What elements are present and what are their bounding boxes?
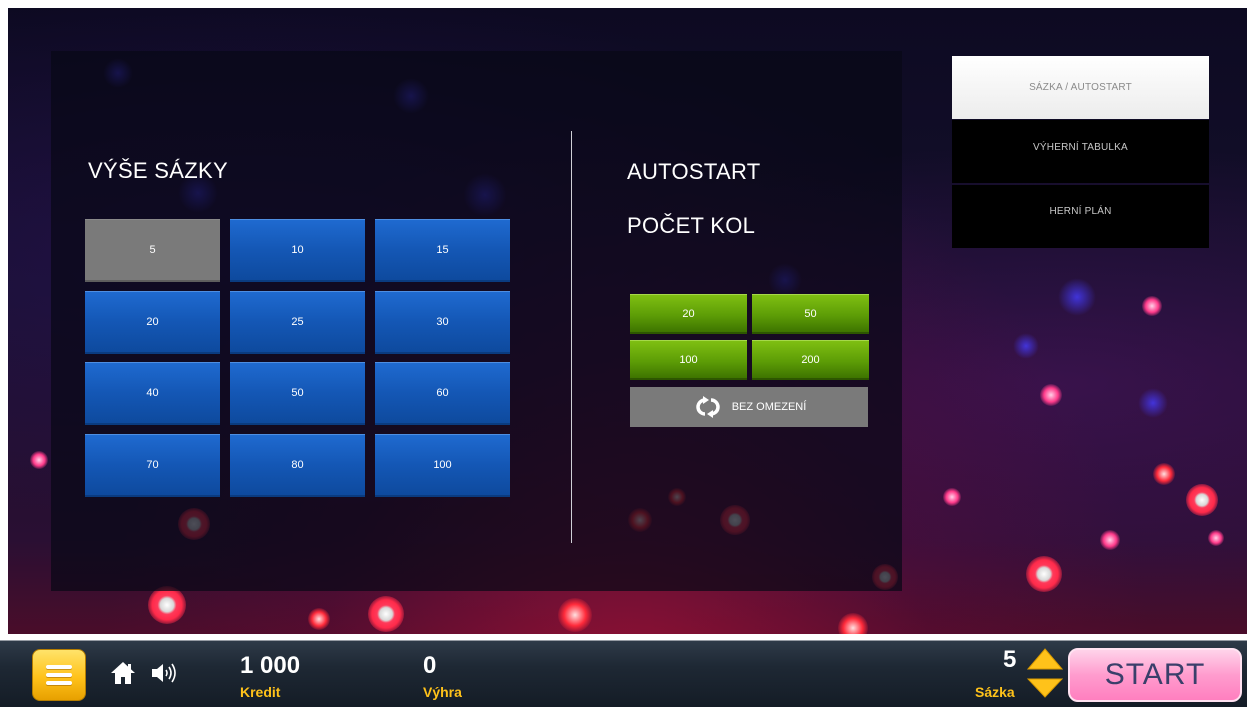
rounds-count-title: POČET KOL (627, 213, 756, 238)
rounds-option-20[interactable]: 20 (630, 294, 747, 334)
menu-icon-bar (46, 681, 72, 685)
particle (1058, 278, 1096, 316)
bet-option-30[interactable]: 30 (375, 291, 510, 354)
particle (1026, 556, 1062, 592)
menu-icon (46, 665, 72, 669)
bet-option-70[interactable]: 70 (85, 434, 220, 497)
bet-option-15[interactable]: 15 (375, 219, 510, 282)
rounds-option-100[interactable]: 100 (630, 340, 747, 380)
particle (838, 613, 868, 634)
home-icon[interactable] (110, 661, 136, 685)
particle (1208, 530, 1224, 546)
bet-amount-title: VÝŠE SÁZKY (88, 158, 228, 183)
bet-option-25[interactable]: 25 (230, 291, 365, 354)
bet-label: Sázka (975, 684, 1015, 700)
particle (1138, 388, 1168, 418)
unlimited-rounds-label: BEZ OMEZENÍ (731, 401, 807, 413)
tab-paytable[interactable]: VÝHERNÍ TABULKA (952, 120, 1209, 183)
particle (30, 451, 48, 469)
loop-icon (692, 396, 724, 418)
game-background: VÝŠE SÁZKY 5 10 15 20 25 30 40 50 60 70 … (8, 8, 1247, 634)
credit-value: 1 000 (240, 652, 301, 679)
particle (1100, 530, 1120, 550)
bet-option-50[interactable]: 50 (230, 362, 365, 425)
autostart-title: AUTOSTART (627, 159, 761, 184)
bet-option-60[interactable]: 60 (375, 362, 510, 425)
bet-option-20[interactable]: 20 (85, 291, 220, 354)
particle (1153, 463, 1175, 485)
win-value: 0 (423, 652, 437, 679)
panel-divider (571, 131, 572, 543)
bet-option-100[interactable]: 100 (375, 434, 510, 497)
bottom-bar: 1 000 Kredit 0 Výhra 5 Sázka START (0, 634, 1247, 707)
arrow-up-icon[interactable] (1027, 648, 1063, 670)
rounds-option-50[interactable]: 50 (752, 294, 869, 334)
arrow-down-icon[interactable] (1027, 678, 1063, 698)
particle (1142, 296, 1162, 316)
bet-option-5[interactable]: 5 (85, 219, 220, 282)
unlimited-rounds-button[interactable]: BEZ OMEZENÍ (630, 387, 868, 427)
speaker-icon[interactable] (151, 662, 177, 684)
particle (1040, 384, 1062, 406)
bet-option-40[interactable]: 40 (85, 362, 220, 425)
tab-bet-autostart[interactable]: SÁZKA / AUTOSTART (952, 56, 1209, 119)
start-button[interactable]: START (1068, 648, 1242, 702)
rounds-option-200[interactable]: 200 (752, 340, 869, 380)
particle (1013, 333, 1039, 359)
bet-option-10[interactable]: 10 (230, 219, 365, 282)
bet-value: 5 (1003, 646, 1017, 673)
particle (943, 488, 961, 506)
particle (148, 586, 186, 624)
particle (558, 598, 592, 632)
menu-button[interactable] (32, 649, 86, 701)
particle (368, 596, 404, 632)
menu-icon-bar (46, 673, 72, 677)
particle (1186, 484, 1218, 516)
tab-game-plan[interactable]: HERNÍ PLÁN (952, 185, 1209, 248)
credit-label: Kredit (240, 684, 281, 700)
win-label: Výhra (423, 684, 462, 700)
bet-option-80[interactable]: 80 (230, 434, 365, 497)
particle (308, 608, 330, 630)
